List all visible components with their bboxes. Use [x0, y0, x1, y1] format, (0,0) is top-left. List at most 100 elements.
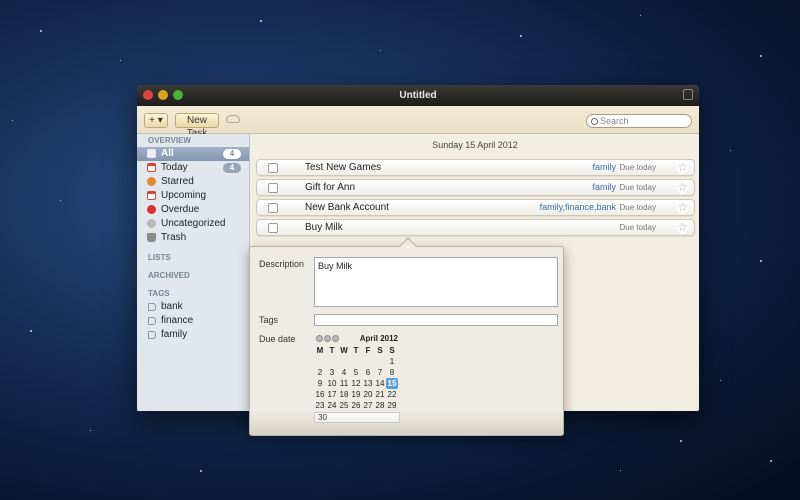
sidebar-item-label: Overdue: [161, 204, 200, 215]
new-task-button[interactable]: New Task: [175, 113, 219, 139]
fullscreen-icon[interactable]: [683, 89, 693, 100]
task-title: Gift for Ann: [305, 182, 356, 193]
calendar-day[interactable]: 27: [362, 400, 374, 411]
minimize-window-button[interactable]: [158, 90, 168, 100]
previous-month-button[interactable]: [316, 335, 323, 342]
task-checkbox[interactable]: [268, 223, 278, 233]
calendar-day[interactable]: 25: [338, 400, 350, 411]
calendar-day[interactable]: 10: [326, 378, 338, 389]
calendar-day[interactable]: 16: [314, 389, 326, 400]
calendar-day: [362, 356, 374, 367]
star-toggle-icon[interactable]: ☆: [677, 221, 688, 234]
sidebar-tag-finance[interactable]: finance: [137, 314, 249, 328]
add-menu-button[interactable]: + ▾: [144, 113, 168, 128]
task-checkbox[interactable]: [268, 183, 278, 193]
uncategorized-icon: [147, 219, 156, 228]
calendar-day[interactable]: 26: [350, 400, 362, 411]
sidebar-item-uncategorized[interactable]: Uncategorized: [137, 217, 249, 231]
sidebar-item-label: Upcoming: [161, 190, 207, 201]
weekday-label: T: [353, 346, 359, 355]
task-title: New Bank Account: [305, 202, 389, 213]
star-toggle-icon[interactable]: ☆: [677, 181, 688, 194]
task-due: Due today: [619, 183, 656, 192]
task-row[interactable]: New Bank Account family,finance,bank Due…: [256, 199, 695, 216]
sidebar-tag-bank[interactable]: bank: [137, 300, 249, 314]
calendar-day[interactable]: 14: [374, 378, 386, 389]
calendar-day[interactable]: 13: [362, 378, 374, 389]
sidebar-item-label: Today: [161, 162, 188, 173]
calendar-day[interactable]: 8: [386, 367, 398, 378]
task-due: Due today: [619, 163, 656, 172]
calendar-day-selected[interactable]: 15: [386, 378, 398, 389]
description-field[interactable]: Buy Milk: [314, 257, 558, 307]
calendar-day[interactable]: 6: [362, 367, 374, 378]
calendar-day[interactable]: 21: [374, 389, 386, 400]
sidebar-item-upcoming[interactable]: Upcoming: [137, 189, 249, 203]
search-input[interactable]: Search: [586, 114, 692, 128]
calendar-icon: [147, 163, 156, 172]
next-month-button[interactable]: [332, 335, 339, 342]
weekday-label: S: [377, 346, 383, 355]
sidebar-item-all[interactable]: All 4: [137, 147, 249, 161]
close-window-button[interactable]: [143, 90, 153, 100]
sidebar-item-label: Trash: [161, 232, 187, 243]
window-title: Untitled: [399, 90, 437, 101]
star-toggle-icon[interactable]: ☆: [677, 161, 688, 174]
count-badge: 4: [223, 163, 241, 173]
calendar-day[interactable]: 11: [338, 378, 350, 389]
task-tags[interactable]: family: [592, 182, 616, 192]
calendar-day[interactable]: 5: [350, 367, 362, 378]
tag-icon: [148, 303, 156, 311]
task-due: Due today: [619, 203, 656, 212]
calendar-day[interactable]: 1: [386, 356, 398, 367]
calendar-day[interactable]: 9: [314, 378, 326, 389]
today-button[interactable]: [324, 335, 331, 342]
task-tags[interactable]: family: [592, 162, 616, 172]
sidebar-item-label: Starred: [161, 176, 194, 187]
sidebar-header-lists: LISTS: [148, 253, 171, 262]
weekday-label: F: [365, 346, 371, 355]
calendar-header: April 2012: [314, 333, 400, 345]
tags-field[interactable]: [314, 314, 558, 326]
calendar-day[interactable]: 24: [326, 400, 338, 411]
sidebar-header-archived: ARCHIVED: [148, 271, 190, 280]
zoom-window-button[interactable]: [173, 90, 183, 100]
calendar-day[interactable]: 22: [386, 389, 398, 400]
toolbar: + ▾ New Task Search: [137, 106, 699, 139]
task-checkbox[interactable]: [268, 163, 278, 173]
task-checkbox[interactable]: [268, 203, 278, 213]
calendar-day[interactable]: 29: [386, 400, 398, 411]
task-row[interactable]: Test New Games family Due today ☆: [256, 159, 695, 176]
calendar-day[interactable]: 28: [374, 400, 386, 411]
cloud-sync-icon[interactable]: [226, 115, 240, 123]
calendar-day[interactable]: 17: [326, 389, 338, 400]
tag-icon: [148, 331, 156, 339]
calendar-month-label: April 2012: [359, 334, 398, 343]
calendar-day[interactable]: 3: [326, 367, 338, 378]
task-row[interactable]: Buy Milk Due today ☆: [256, 219, 695, 236]
tag-icon: [148, 317, 156, 325]
task-tags[interactable]: family,finance,bank: [540, 202, 616, 212]
calendar-day: [338, 356, 350, 367]
calendar-day[interactable]: 19: [350, 389, 362, 400]
sidebar-tag-family[interactable]: family: [137, 328, 249, 342]
sidebar-item-overdue[interactable]: Overdue: [137, 203, 249, 217]
search-icon: [591, 118, 598, 125]
task-row[interactable]: Gift for Ann family Due today ☆: [256, 179, 695, 196]
calendar-day[interactable]: 18: [338, 389, 350, 400]
calendar-day[interactable]: 20: [362, 389, 374, 400]
calendar-day[interactable]: 2: [314, 367, 326, 378]
calendar-day: [350, 356, 362, 367]
overdue-icon: [147, 205, 156, 214]
title-bar[interactable]: Untitled: [137, 85, 699, 106]
sidebar-header-tags: TAGS: [148, 289, 170, 298]
sidebar-item-trash[interactable]: Trash: [137, 231, 249, 245]
star-toggle-icon[interactable]: ☆: [677, 201, 688, 214]
calendar-day[interactable]: 23: [314, 400, 326, 411]
sidebar-tag-label: family: [161, 329, 188, 340]
calendar-day[interactable]: 4: [338, 367, 350, 378]
sidebar-item-today[interactable]: Today 4: [137, 161, 249, 175]
calendar-day[interactable]: 7: [374, 367, 386, 378]
calendar-day[interactable]: 12: [350, 378, 362, 389]
sidebar-item-starred[interactable]: Starred: [137, 175, 249, 189]
